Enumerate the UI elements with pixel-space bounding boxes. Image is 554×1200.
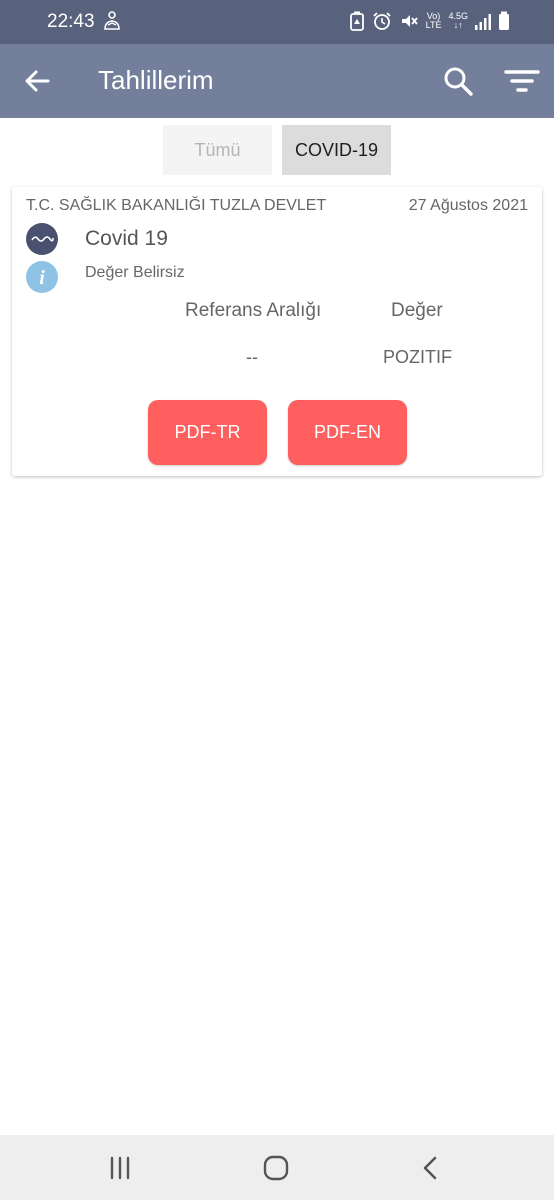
alarm-icon	[373, 12, 391, 30]
network-type-indicator: 4.5G ↓↑	[448, 12, 468, 30]
value-header: Değer	[391, 300, 443, 321]
tab-covid-19[interactable]: COVID-19	[282, 125, 391, 175]
reference-range-value: --	[246, 347, 258, 367]
result-status: Değer Belirsiz	[85, 264, 185, 281]
mute-icon	[401, 15, 418, 27]
filter-icon[interactable]	[502, 63, 542, 99]
recents-icon[interactable]	[105, 1154, 135, 1182]
status-bar: 22:43 Vo) LTE 4.5G ↓↑	[0, 0, 554, 44]
hospital-name: T.C. SAĞLIK BAKANLIĞI TUZLA DEVLET	[26, 197, 327, 214]
battery-icon	[499, 11, 509, 30]
lte-label: LTE	[425, 20, 442, 30]
result-date: 27 Ağustos 2021	[408, 197, 528, 214]
search-icon[interactable]	[440, 63, 476, 99]
filter-tabs: Tümü COVID-19	[163, 125, 391, 175]
result-card[interactable]: T.C. SAĞLIK BAKANLIĞI TUZLA DEVLET 27 Ağ…	[12, 187, 542, 476]
svg-text:i: i	[39, 267, 45, 289]
app-bar: Tahlillerim	[0, 44, 554, 118]
notification-icon	[104, 11, 120, 30]
result-value: POZITIF	[383, 347, 452, 367]
pdf-en-button[interactable]: PDF-EN	[288, 400, 407, 465]
arrow-left-icon[interactable]	[20, 63, 56, 99]
battery-saver-icon	[349, 11, 364, 31]
signal-icon	[475, 14, 491, 30]
info-icon: i	[26, 261, 58, 293]
back-icon[interactable]	[418, 1154, 444, 1182]
wave-icon	[26, 223, 58, 255]
data-arrows-icon: ↓↑	[453, 20, 463, 30]
reference-range-header: Referans Aralığı	[185, 300, 322, 321]
system-nav-bar	[0, 1135, 554, 1200]
page-title: Tahlillerim	[98, 65, 214, 95]
test-name: Covid 19	[85, 227, 168, 250]
pdf-tr-button[interactable]: PDF-TR	[148, 400, 267, 465]
volte-indicator: Vo) LTE	[426, 12, 442, 30]
tab-all[interactable]: Tümü	[163, 125, 272, 175]
home-icon[interactable]	[262, 1154, 290, 1182]
status-time: 22:43	[47, 11, 95, 32]
status-icons: Vo) LTE 4.5G ↓↑	[349, 9, 510, 33]
